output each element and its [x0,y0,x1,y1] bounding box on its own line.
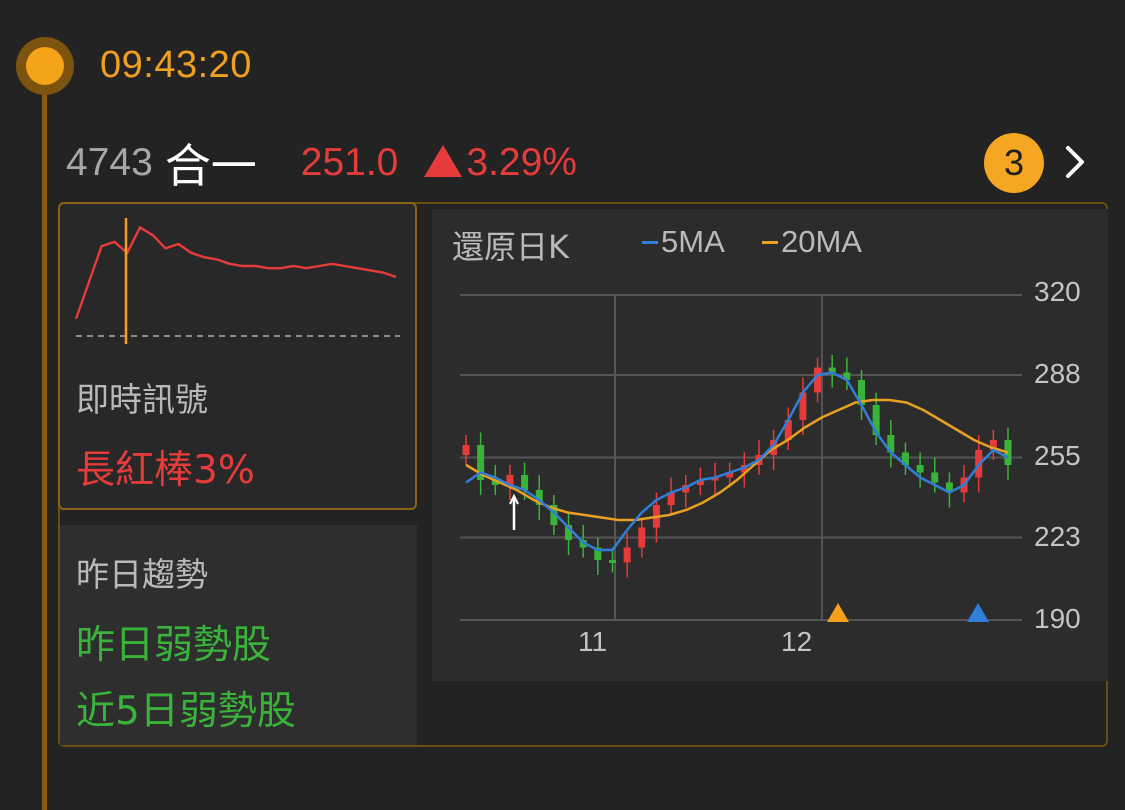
candle-body [608,560,616,563]
change-percent: 3.29% [466,141,577,184]
ma20-line [465,398,1009,522]
timestamp: 09:43:20 [100,44,252,86]
legend-5ma-swatch [642,240,658,244]
signal-count-badge[interactable]: 3 [984,133,1044,193]
candle-body [623,547,631,563]
kchart-title: 還原日K [452,228,569,266]
x-tick: 12 [781,626,813,657]
trend-item: 近5日弱勢股 [76,689,296,734]
candle-body [814,367,822,393]
trend-label: 昨日趨勢 [76,555,208,594]
y-tick: 223 [1034,521,1081,552]
legend-20ma-swatch [762,240,778,244]
candlestick-chart [460,294,1022,622]
y-tick: 320 [1034,276,1081,307]
candle-body [931,472,939,483]
x-tick: 11 [578,626,608,657]
candle-body [521,475,529,490]
ma5-line [465,371,1009,552]
trend-item: 昨日弱勢股 [76,623,272,668]
y-tick: 190 [1034,603,1081,634]
orange-signal-triangle [827,603,849,622]
chart-grid [460,294,1022,621]
timeline-dot-icon [16,37,74,95]
blue-signal-triangle [967,603,989,622]
timeline-line [42,70,47,810]
legend-20ma-label: 20MA [781,224,862,259]
stock-name: 合一 [164,139,257,193]
candle-body [462,445,470,455]
signal-label: 即時訊號 [76,380,208,419]
stock-header[interactable]: 4743 合一 251.0 3.29% [66,138,577,193]
intraday-price-line [74,225,397,320]
legend-5ma: 5MA [642,224,725,260]
chevron-right-icon[interactable] [1060,140,1090,184]
up-triangle-icon [424,145,463,177]
stock-code: 4743 [66,141,153,184]
signal-value: 長紅棒3% [76,448,255,493]
candles [462,355,1012,578]
candle-body [916,465,924,473]
candle-body [638,527,646,548]
y-tick: 288 [1034,358,1081,389]
legend-20ma: 20MA [762,224,862,260]
y-tick: 255 [1034,440,1081,471]
stock-change: 3.29% [424,141,577,185]
intraday-chart [74,218,400,344]
legend-5ma-label: 5MA [661,224,725,259]
stock-price: 251.0 [300,141,399,184]
